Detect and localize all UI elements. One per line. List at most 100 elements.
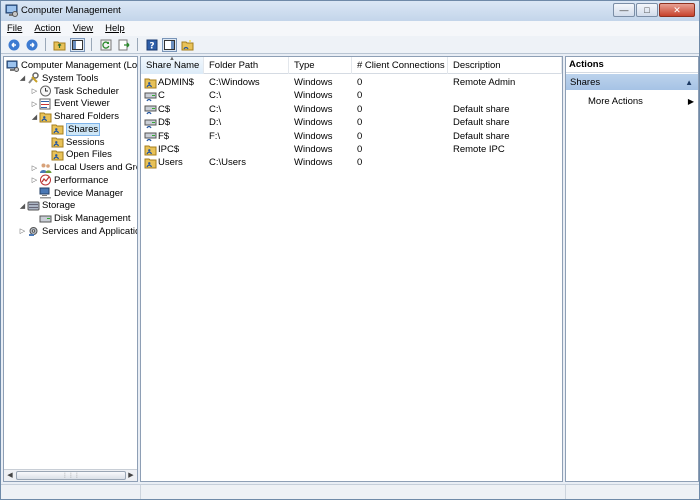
tree-item-shares[interactable]: Shares [42,122,101,136]
export-list-button[interactable] [116,38,131,52]
table-row[interactable]: F$ F:\ Windows 0 Default share [141,130,562,143]
clock-icon [39,85,52,97]
tree-item-task-scheduler[interactable]: ▷ Task Scheduler [30,85,119,98]
tree-item-system-tools[interactable]: ◢ System Tools [18,72,98,85]
cell-type: Windows [294,157,333,169]
tree-item-label: Local Users and Groups [54,162,137,173]
show-hide-tree-icon [72,39,83,50]
collapse-arrow-icon[interactable]: ◢ [18,202,27,210]
computer-management-window: Computer Management — □ ✕ File Action Vi… [0,0,700,500]
table-row[interactable]: C$ C:\ Windows 0 Default share [141,103,562,116]
column-type[interactable]: Type [289,57,352,74]
cell-folder-path: C:\Windows [209,77,260,88]
help-button[interactable]: ? [144,38,159,52]
tree-item-computer-management[interactable]: Computer Management (Local [6,59,137,72]
tree-item-disk-management[interactable]: Disk Management [30,212,131,225]
tree-horizontal-scrollbar[interactable]: ◀ ⋮⋮⋮ ▶ [4,469,137,481]
refresh-button[interactable] [98,38,113,52]
new-share-button[interactable] [180,38,195,52]
actions-header: Actions [566,57,698,73]
table-row[interactable]: IPC$ Windows 0 Remote IPC [141,143,562,156]
menu-help[interactable]: Help [105,23,125,34]
table-row[interactable]: ADMIN$ C:\Windows Windows 0 Remote Admin [141,76,562,89]
table-row[interactable]: D$ D:\ Windows 0 Default share [141,116,562,129]
minimize-icon: — [619,5,629,15]
shared-drive-icon [144,116,157,129]
tree-item-label: Device Manager [54,187,124,199]
cell-type: Windows [294,90,333,102]
column-client-connections[interactable]: # Client Connections [352,57,448,74]
collapse-arrow-icon[interactable]: ◢ [18,74,27,82]
console-tree: ▷ Services and ApplicationsDisk Managemen… [3,56,138,482]
title-bar[interactable]: Computer Management — □ ✕ [1,1,699,21]
column-share-name[interactable]: ▲ Share Name [141,57,204,74]
tree-item-storage[interactable]: ◢ Storage [18,199,75,212]
more-actions-item[interactable]: More Actions ▶ [588,94,696,108]
table-row[interactable]: C C:\ Windows 0 [141,89,562,102]
expand-arrow-icon[interactable]: ▷ [30,164,39,172]
status-segment [1,485,141,499]
forward-button[interactable] [24,38,39,52]
new-share-icon [181,39,194,50]
cell-client-connections: 0 [357,103,363,115]
tree-item-label: Event Viewer [54,98,110,110]
scroll-left-icon[interactable]: ◀ [5,471,15,481]
expand-arrow-icon[interactable]: ▷ [30,176,39,184]
cell-description: Remote Admin [453,77,516,88]
cell-description: Default share [453,130,510,142]
actions-group-shares[interactable]: Shares ▲ [566,74,698,90]
back-button[interactable] [6,38,21,52]
shared-drive-icon [144,103,157,116]
tree-item-shared-folders[interactable]: ◢ Shared Folders [30,110,119,123]
up-one-level-button[interactable] [52,38,67,52]
sort-ascending-icon: ▲ [169,56,175,62]
menu-view[interactable]: View [73,23,93,34]
collapse-arrow-icon[interactable]: ◢ [30,113,39,121]
svg-text:?: ? [149,41,154,51]
scroll-thumb[interactable]: ⋮⋮⋮ [16,471,126,480]
tree-item-device-manager[interactable]: Device Manager [30,187,123,200]
status-segment [566,485,699,499]
back-icon [8,39,19,50]
cell-share-name: Users [158,157,183,169]
menu-action[interactable]: Action [34,23,60,34]
cell-type: Windows [294,103,333,115]
show-hide-action-pane-button[interactable] [162,37,177,52]
shared-folder-icon [51,149,64,161]
tree-item-services-applications[interactable]: ▷ Services and Applications [18,225,137,238]
show-hide-tree-button[interactable] [70,37,85,52]
column-folder-path[interactable]: Folder Path [204,57,289,74]
collapse-icon[interactable]: ▲ [685,78,693,87]
shared-folder-icon [39,111,52,123]
column-description[interactable]: Description [448,57,562,74]
menu-file[interactable]: File [7,23,22,34]
cell-folder-path: C:\Users [209,157,246,169]
maximize-button[interactable]: □ [636,3,658,17]
cell-folder-path: F:\ [209,130,221,142]
minimize-button[interactable]: — [613,3,635,17]
tree-item-label: Open Files [66,149,112,161]
status-bar [1,484,699,499]
tree-item-local-users-groups[interactable]: ▷ Local Users and Groups [30,161,137,174]
event-viewer-icon [39,98,52,110]
toolbar: ? [1,36,699,54]
menu-bar: File Action View Help [1,21,699,36]
expand-arrow-icon[interactable]: ▷ [30,87,39,95]
close-button[interactable]: ✕ [659,3,695,17]
device-manager-icon [39,187,52,199]
table-row[interactable]: Users C:\Users Windows 0 [141,156,562,169]
tree-item-event-viewer[interactable]: ▷ Event Viewer [30,97,110,110]
up-folder-icon [53,41,66,50]
shared-folder-icon [144,76,157,89]
tree-item-performance[interactable]: ▷ Performance [30,174,108,187]
expand-arrow-icon[interactable]: ▷ [30,100,39,108]
tree-item-sessions[interactable]: Sessions [42,136,105,149]
tree-item-label: Shared Folders [54,111,119,122]
scroll-right-icon[interactable]: ▶ [126,471,136,481]
tree-item-open-files[interactable]: Open Files [42,148,112,161]
expand-arrow-icon[interactable]: ▷ [18,227,27,235]
cell-client-connections: 0 [357,77,363,88]
cell-share-name: ADMIN$ [158,77,194,88]
tree-item-label: Disk Management [54,213,131,224]
status-segment [141,485,566,499]
